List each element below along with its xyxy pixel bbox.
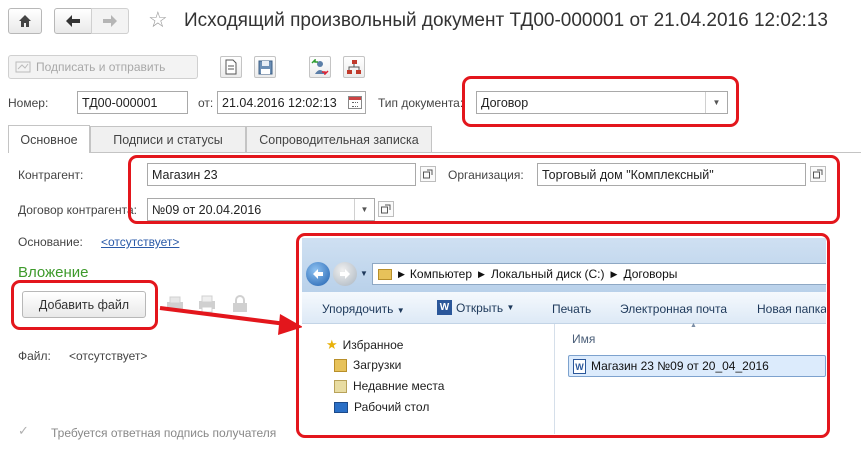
desktop-icon (334, 401, 348, 413)
doctype-select[interactable]: Договор ▼ (476, 91, 728, 114)
doctype-value: Договор (481, 95, 529, 110)
pane-divider (554, 324, 555, 434)
recent-places-icon (334, 379, 347, 393)
contract-select[interactable]: №09 от 20.04.2016 ▼ (147, 198, 375, 221)
sign-send-button[interactable]: Подписать и отправить (8, 55, 198, 79)
breadcrumb-computer[interactable]: Компьютер (410, 267, 472, 281)
contract-label: Договор контрагента: (18, 203, 137, 217)
structure-icon[interactable] (343, 56, 365, 78)
attachment-title: Вложение (18, 264, 89, 281)
sort-arrow-icon: ▲ (690, 322, 697, 329)
date-field[interactable]: 21.04.2016 12:02:13 (217, 91, 366, 114)
file-label: Файл: (18, 349, 51, 363)
add-file-label: Добавить файл (38, 297, 130, 312)
tab-cover-note[interactable]: Сопроводительная записка (246, 126, 432, 152)
organization-field[interactable]: Торговый дом "Комплексный" (537, 163, 806, 186)
email-command[interactable]: Электронная почта (620, 302, 727, 316)
nav-desktop[interactable]: Рабочий стол (334, 400, 429, 414)
dropdown-arrow-icon[interactable]: ▼ (705, 92, 727, 113)
add-file-button[interactable]: Добавить файл (22, 291, 146, 318)
exchange-icon[interactable] (309, 56, 331, 78)
arrow-right-icon (103, 15, 117, 27)
favorite-star-icon[interactable]: ☆ (148, 9, 168, 31)
arrow-left-icon (66, 15, 80, 27)
explorer-command-bar: Упорядочить ▼ W Открыть ▼ Печать Электро… (302, 292, 826, 324)
explorer-back-icon[interactable] (306, 262, 330, 286)
word-icon: W (437, 300, 452, 315)
star-icon: ★ (326, 337, 338, 352)
word-file-icon: W (573, 358, 586, 374)
breadcrumb-disk[interactable]: Локальный диск (C:) (491, 267, 605, 281)
file-item-name: Магазин 23 №09 от 20_04_2016 (591, 359, 769, 373)
open-menu[interactable]: W Открыть ▼ (437, 300, 514, 315)
print-command[interactable]: Печать (552, 302, 591, 316)
sign-send-label: Подписать и отправить (36, 60, 166, 74)
downloads-folder-icon (334, 358, 347, 372)
back-button[interactable] (54, 8, 92, 34)
arrow-connector (159, 306, 303, 335)
date-value: 21.04.2016 12:02:13 (222, 95, 337, 110)
home-icon (19, 15, 31, 27)
save-icon[interactable] (254, 56, 276, 78)
tab-signatures[interactable]: Подписи и статусы (90, 126, 246, 152)
counterparty-field[interactable]: Магазин 23 (147, 163, 416, 186)
basis-link[interactable]: <отсутствует> (101, 235, 179, 249)
nav-downloads[interactable]: Загрузки (334, 358, 401, 372)
contract-value: №09 от 20.04.2016 (152, 202, 262, 217)
number-field[interactable]: ТД00-000001 (77, 91, 188, 114)
explorer-window: ▼ ▶ Компьютер ▶ Локальный диск (C:) ▶ До… (302, 238, 826, 434)
date-label: от: (198, 96, 214, 110)
file-item[interactable]: W Магазин 23 №09 от 20_04_2016 (568, 355, 826, 377)
open-contract-icon[interactable] (378, 201, 394, 217)
explorer-header: ▼ ▶ Компьютер ▶ Локальный диск (C:) ▶ До… (302, 238, 826, 292)
sign-icon (15, 61, 31, 73)
counterparty-label: Контрагент: (18, 168, 84, 182)
open-counterparty-icon[interactable] (420, 166, 436, 182)
basis-label: Основание: (18, 235, 83, 249)
reply-sign-checkbox[interactable]: ✓ (18, 424, 32, 438)
nav-favorites[interactable]: ★ Избранное (326, 337, 403, 353)
document-icon[interactable] (220, 56, 242, 78)
history-dropdown-icon[interactable]: ▼ (360, 269, 368, 278)
new-folder-command[interactable]: Новая папка (757, 302, 826, 316)
organize-menu[interactable]: Упорядочить ▼ (322, 302, 405, 316)
organization-label: Организация: (448, 168, 524, 182)
number-label: Номер: (8, 96, 49, 110)
folder-icon (378, 268, 392, 280)
explorer-forward-icon[interactable] (333, 262, 357, 286)
column-name-header[interactable]: Имя (572, 332, 595, 346)
breadcrumb-contracts[interactable]: Договоры (623, 267, 677, 281)
nav-recent[interactable]: Недавние места (334, 379, 444, 393)
file-value: <отсутствует> (69, 349, 148, 363)
open-organization-icon[interactable] (810, 166, 826, 182)
explorer-address-bar[interactable]: ▶ Компьютер ▶ Локальный диск (C:) ▶ Дого… (372, 263, 826, 285)
dropdown-arrow-icon[interactable]: ▼ (354, 199, 374, 220)
home-button[interactable] (8, 8, 42, 34)
reply-sign-label: Требуется ответная подпись получателя (51, 426, 277, 440)
tab-line (8, 152, 861, 153)
tab-main[interactable]: Основное (8, 125, 90, 153)
page-title: Исходящий произвольный документ ТД00-000… (184, 10, 828, 31)
calendar-icon[interactable] (348, 96, 362, 109)
forward-button[interactable] (91, 8, 129, 34)
doctype-label: Тип документа: (378, 96, 464, 110)
